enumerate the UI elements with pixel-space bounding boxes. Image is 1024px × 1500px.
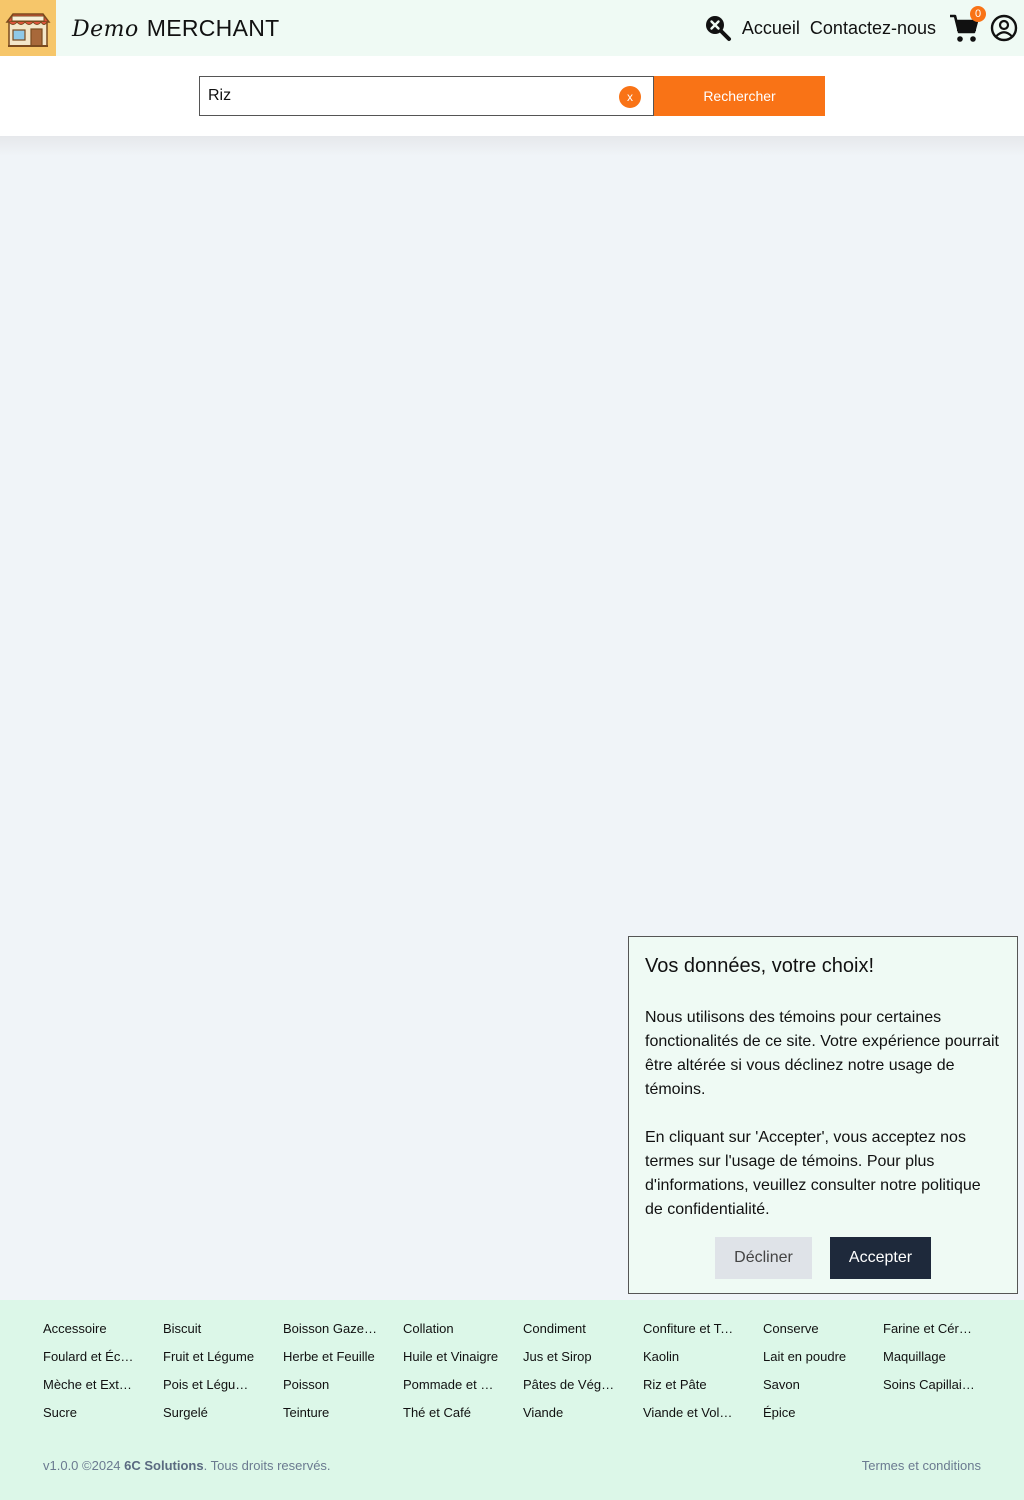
nav-home-link[interactable]: Accueil (742, 18, 800, 39)
accept-button[interactable]: Accepter (830, 1237, 931, 1279)
footer-category-link[interactable]: Boisson Gazeuse (283, 1320, 379, 1338)
brand-name-text: MERCHANT (146, 14, 280, 41)
category-grid: Accessoire Biscuit Boisson Gazeuse Colla… (43, 1320, 983, 1422)
footer-category-link[interactable]: Herbe et Feuille (283, 1348, 379, 1366)
store-logo-icon[interactable] (0, 0, 56, 56)
footer-category-link[interactable]: Viande (523, 1404, 619, 1422)
footer-category-link[interactable]: Épice (763, 1404, 859, 1422)
footer-category-link[interactable]: Maquillage (883, 1348, 979, 1366)
footer-category-link[interactable]: Sucre (43, 1404, 139, 1422)
cookie-paragraph-1: Nous utilisons des témoins pour certaine… (645, 1009, 999, 1098)
footer-category-link[interactable]: Teinture (283, 1404, 379, 1422)
footer-category-link[interactable]: Accessoire (43, 1320, 139, 1338)
version-text: v1.0.0 ©2024 (43, 1458, 121, 1473)
terms-link[interactable]: Termes et conditions (862, 1458, 981, 1473)
cookie-consent-dialog: Vos données, votre choix! Nous utilisons… (628, 936, 1018, 1294)
cookie-title: Vos données, votre choix! (645, 955, 875, 977)
footer-category-link[interactable]: Pâtes de Végétaux (523, 1376, 619, 1394)
nav-contact-link[interactable]: Contactez-nous (810, 18, 936, 39)
cart-button[interactable]: 0 (948, 6, 986, 44)
cookie-paragraph-2: En cliquant sur 'Accepter', vous accepte… (645, 1129, 981, 1218)
footer-category-link[interactable]: Foulard et Écharpe (43, 1348, 139, 1366)
footer-category-link[interactable]: Mèche et Extension (43, 1376, 139, 1394)
footer-category-link[interactable]: Thé et Café (403, 1404, 499, 1422)
brand[interactable]: Demo MERCHANT (72, 15, 280, 42)
brand-script-text: Demo (72, 16, 139, 42)
copyright: v1.0.0 ©2024 6C Solutions. Tous droits r… (43, 1458, 331, 1473)
footer-category-link[interactable]: Collation (403, 1320, 499, 1338)
footer-category-link[interactable]: Fruit et Légume (163, 1348, 259, 1366)
footer-category-link[interactable]: Condiment (523, 1320, 619, 1338)
footer-category-link[interactable]: Surgelé (163, 1404, 259, 1422)
clear-search-button[interactable]: x (619, 86, 641, 108)
rights-text: . Tous droits reservés. (203, 1458, 331, 1473)
search-input[interactable] (208, 77, 608, 115)
search-box: x (199, 76, 654, 116)
search-shadow (0, 136, 1024, 156)
footer-category-link[interactable]: Savon (763, 1376, 859, 1394)
footer-category-link[interactable]: Pois et Légumineuse (163, 1376, 259, 1394)
footer-category-link[interactable]: Soins Capillaires (883, 1376, 979, 1394)
footer-category-link[interactable]: Lait en poudre (763, 1348, 859, 1366)
search-section: x Rechercher (0, 56, 1024, 136)
search-button[interactable]: Rechercher (654, 76, 825, 116)
account-icon[interactable] (990, 14, 1018, 42)
company-link[interactable]: 6C Solutions (124, 1458, 203, 1473)
footer-category-link[interactable]: Riz et Pâte (643, 1376, 739, 1394)
search-toggle-icon[interactable] (704, 14, 732, 42)
footer-category-link[interactable]: Kaolin (643, 1348, 739, 1366)
top-header: Demo MERCHANT Accueil Contactez-nous 0 (0, 0, 1024, 56)
main-nav: Accueil Contactez-nous 0 (704, 0, 1024, 56)
footer-category-link[interactable]: Poisson (283, 1376, 379, 1394)
footer-category-link[interactable]: Viande et Volaille (643, 1404, 739, 1422)
footer-category-link[interactable]: Pommade et Crème (403, 1376, 499, 1394)
footer-category-link[interactable]: Jus et Sirop (523, 1348, 619, 1366)
footer-category-link[interactable]: Biscuit (163, 1320, 259, 1338)
cookie-actions: Décliner Accepter (715, 1237, 931, 1279)
footer-category-link[interactable]: Huile et Vinaigre (403, 1348, 499, 1366)
footer-category-link[interactable]: Confiture et Tartinade (643, 1320, 739, 1338)
footer: Accessoire Biscuit Boisson Gazeuse Colla… (0, 1300, 1024, 1500)
cart-count-badge: 0 (970, 6, 986, 22)
decline-button[interactable]: Décliner (715, 1237, 812, 1279)
footer-category-link[interactable]: Farine et Céréale (883, 1320, 979, 1338)
footer-category-link[interactable]: Conserve (763, 1320, 859, 1338)
